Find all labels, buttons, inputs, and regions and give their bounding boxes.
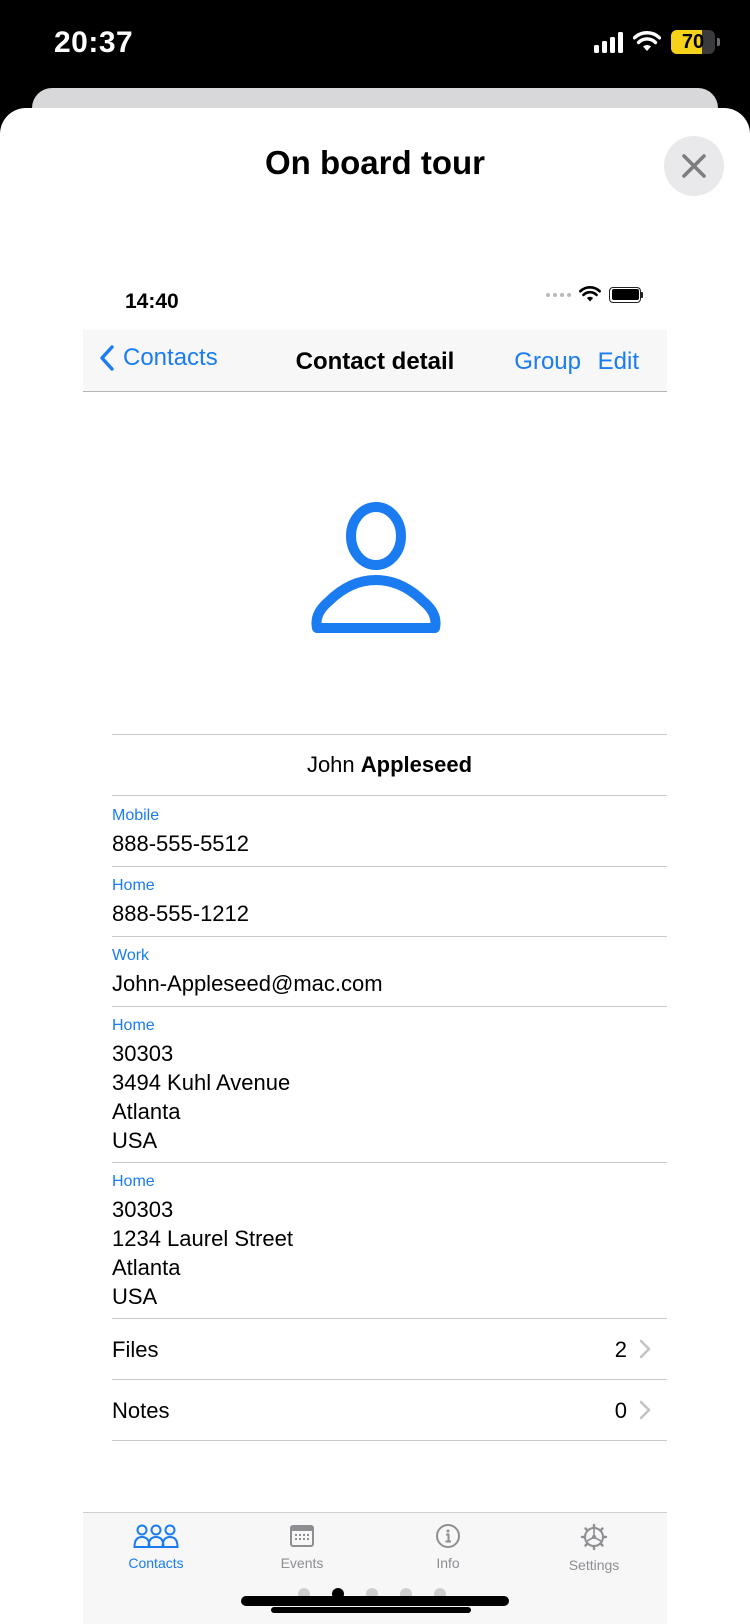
- cellular-signal-icon: [594, 31, 623, 53]
- inner-time: 14:40: [125, 290, 179, 313]
- field-label: Home: [112, 1017, 155, 1034]
- battery-percent: 70: [681, 30, 705, 53]
- field-value: 30303 1234 Laurel Street Atlanta USA: [112, 1197, 294, 1309]
- field-home-address[interactable]: Home 30303 3494 Kuhl Avenue Atlanta USA: [112, 1007, 667, 1163]
- onboarding-sheet: On board tour 14:40 Contacts Contact det…: [0, 108, 750, 1624]
- field-home-phone[interactable]: Home 888-555-1212: [112, 867, 667, 937]
- field-work-email[interactable]: Work John-Appleseed@mac.com: [112, 937, 667, 1007]
- home-indicator[interactable]: [241, 1596, 509, 1606]
- tab-bar: Contacts Events Info Settings: [83, 1512, 667, 1624]
- tab-label: Info: [436, 1555, 460, 1571]
- field-label: Home: [112, 877, 155, 894]
- battery-icon: 70: [671, 30, 720, 54]
- battery-full-icon: [609, 286, 643, 303]
- people-icon: [133, 1524, 179, 1548]
- tab-label: Settings: [568, 1557, 620, 1573]
- chevron-right-icon: [639, 1400, 651, 1420]
- chevron-left-icon: [100, 345, 114, 371]
- field-mobile[interactable]: Mobile 888-555-5512: [112, 797, 667, 867]
- back-button[interactable]: Contacts: [99, 344, 218, 372]
- os-time: 20:37: [54, 26, 134, 59]
- os-status-bar: 20:37 70: [0, 0, 750, 88]
- inner-status-icons: [546, 286, 643, 303]
- tab-label: Events: [280, 1555, 324, 1571]
- inner-status-bar: 14:40: [83, 268, 667, 330]
- tab-events[interactable]: Events: [229, 1523, 375, 1571]
- no-signal-dots-icon: [546, 292, 571, 297]
- field-value: 888-555-5512: [112, 831, 250, 856]
- field-value: 888-555-1212: [112, 901, 250, 926]
- info-icon: [436, 1524, 460, 1548]
- edit-button[interactable]: Edit: [598, 348, 639, 376]
- tab-settings[interactable]: Settings: [521, 1523, 667, 1573]
- back-label: Contacts: [123, 344, 218, 371]
- files-row[interactable]: Files 2: [112, 1319, 667, 1380]
- last-name: Appleseed: [360, 752, 473, 777]
- field-label: Work: [112, 947, 150, 964]
- field-label: Mobile: [112, 807, 160, 824]
- field-home-address-2[interactable]: Home 30303 1234 Laurel Street Atlanta US…: [112, 1163, 667, 1319]
- inner-home-indicator: [271, 1607, 471, 1613]
- first-name: John: [306, 752, 355, 777]
- wifi-icon: [579, 286, 601, 302]
- tab-label: Contacts: [128, 1555, 184, 1571]
- notes-count: 0: [614, 1398, 627, 1423]
- field-value: John-Appleseed@mac.com: [112, 971, 383, 996]
- tour-screenshot: 14:40 Contacts Contact detail Group Edit…: [83, 268, 667, 1624]
- notes-row[interactable]: Notes 0: [112, 1380, 667, 1441]
- chevron-right-icon: [639, 1339, 651, 1359]
- nav-bar: Contacts Contact detail Group Edit: [83, 330, 667, 392]
- tab-info[interactable]: Info: [375, 1523, 521, 1571]
- tab-contacts[interactable]: Contacts: [83, 1523, 229, 1571]
- calendar-icon: [290, 1525, 314, 1547]
- files-count: 2: [614, 1337, 627, 1362]
- field-value: 30303 3494 Kuhl Avenue Atlanta USA: [112, 1041, 291, 1153]
- group-button[interactable]: Group: [514, 348, 581, 376]
- os-status-icons: 70: [594, 30, 720, 54]
- sheet-title: On board tour: [265, 144, 485, 181]
- files-label: Files: [112, 1337, 159, 1362]
- notes-label: Notes: [112, 1398, 170, 1423]
- close-button[interactable]: [664, 136, 724, 196]
- close-icon: [682, 154, 706, 178]
- wifi-icon: [633, 31, 661, 51]
- contact-avatar-icon: [311, 502, 441, 633]
- settings-icon: [580, 1523, 608, 1551]
- contact-name: John Appleseed: [112, 734, 667, 796]
- field-label: Home: [112, 1173, 155, 1190]
